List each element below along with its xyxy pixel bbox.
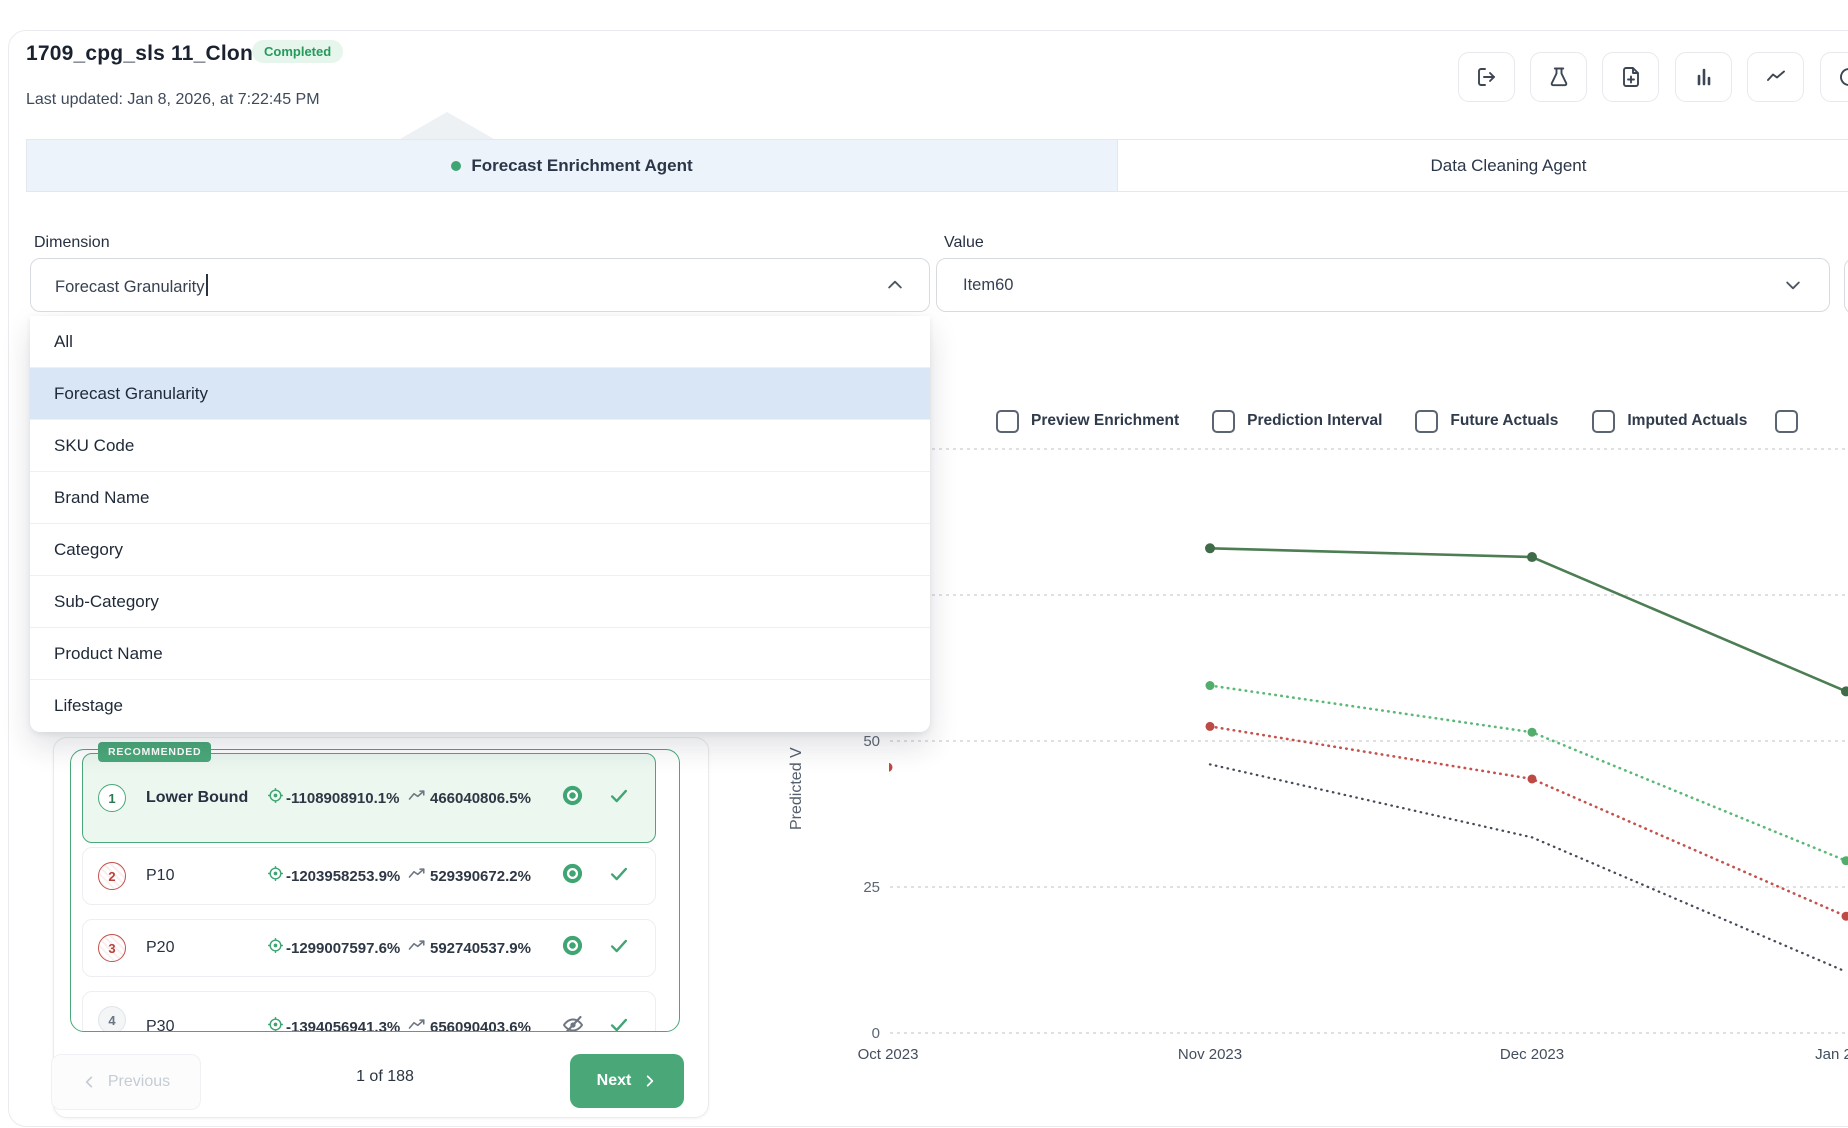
dimension-option-sku-code[interactable]: SKU Code [30, 420, 930, 472]
y-axis-title: Predicted V [788, 747, 805, 830]
previous-label: Previous [108, 1073, 170, 1091]
checkbox-prediction-interval[interactable] [1212, 410, 1235, 433]
trend-value: 592740537.9% [430, 940, 531, 957]
method-name: P10 [146, 867, 174, 885]
data-point-mid-dotted-red [1206, 722, 1215, 731]
check-icon [608, 935, 630, 962]
rank-badge: 4 [98, 1006, 126, 1032]
checkbox-clipped[interactable] [1775, 410, 1798, 433]
text-cursor [206, 274, 208, 296]
y-tick-label: 0 [872, 1025, 880, 1042]
data-point-forecast-solid-green [1527, 552, 1537, 562]
checkbox-label: Preview Enrichment [1031, 412, 1179, 430]
eye-off-icon[interactable] [561, 1013, 585, 1033]
method-card-p20[interactable]: 3 P20 -1299007597.6% 592740537.9% [82, 919, 656, 977]
dimension-input-value: Forecast Granularity [55, 274, 885, 297]
checkbox-label: Imputed Actuals [1627, 412, 1747, 430]
data-point-upper-dotted-green [1842, 856, 1848, 865]
method-card-p30[interactable]: 4 P30 -1394056941.3% 656090403.6% [82, 991, 656, 1032]
checkbox-preview-enrichment[interactable] [996, 410, 1019, 433]
trend-icon [408, 789, 426, 808]
trend-icon [408, 939, 426, 958]
series-upper-dotted-green [1210, 686, 1846, 861]
method-row: 3 P20 -1299007597.6% 592740537.9% [83, 920, 655, 976]
dimension-combobox[interactable]: Forecast Granularity [30, 258, 930, 312]
method-row: 2 P10 -1203958253.9% 529390672.2% [83, 848, 655, 904]
checkbox-future-actuals[interactable] [1415, 410, 1438, 433]
trend-icon [408, 867, 426, 886]
checkbox-item: Future Actuals [1415, 410, 1558, 433]
trend-value: 656090403.6% [430, 1019, 531, 1033]
data-point-upper-dotted-green [1206, 681, 1215, 690]
accuracy-value: -1108908910.1% [286, 790, 399, 807]
app-root: 1709_cpg_sls 11_Clone_5 Completed Last u… [0, 0, 1848, 1128]
data-point-forecast-solid-green [1205, 543, 1215, 553]
checkbox-item: Prediction Interval [1212, 410, 1382, 433]
data-point-mid-dotted-red [884, 763, 893, 772]
series-lower-dotted-grey [1210, 764, 1846, 971]
dimension-option-brand-name[interactable]: Brand Name [30, 472, 930, 524]
rank-badge: 3 [98, 934, 126, 962]
target-icon [267, 1016, 284, 1032]
previous-button[interactable]: Previous [51, 1054, 201, 1110]
accuracy-value: -1203958253.9% [286, 868, 400, 885]
dimension-option-category[interactable]: Category [30, 524, 930, 576]
x-tick-label: Jan 2024 [1815, 1046, 1848, 1063]
dimension-option-sub-category[interactable]: Sub-Category [30, 576, 930, 628]
x-tick-label: Dec 2023 [1500, 1046, 1564, 1063]
method-name: P20 [146, 939, 174, 957]
trend-icon [408, 1018, 426, 1033]
method-card-lower-bound[interactable]: 1 Lower Bound -1108908910.1% 466040806.5% [82, 753, 656, 843]
target-icon [267, 865, 284, 887]
rank-badge: 1 [98, 784, 126, 812]
method-name: Lower Bound [146, 789, 248, 807]
y-tick-label: 50 [863, 733, 880, 750]
trend-value: 466040806.5% [430, 790, 531, 807]
chevron-left-icon [82, 1074, 98, 1090]
checkbox-imputed-actuals[interactable] [1592, 410, 1615, 433]
dimension-option-all[interactable]: All [30, 316, 930, 368]
data-point-mid-dotted-red [1842, 912, 1848, 921]
dimension-dropdown-list: AllForecast GranularitySKU CodeBrand Nam… [30, 316, 930, 732]
check-icon [608, 785, 630, 812]
eye-icon[interactable] [561, 784, 584, 812]
chevron-right-icon [641, 1073, 657, 1089]
checkbox-item: Preview Enrichment [996, 410, 1179, 433]
method-row: 1 Lower Bound -1108908910.1% 466040806.5% [83, 754, 655, 842]
rank-badge: 2 [98, 862, 126, 890]
data-point-upper-dotted-green [1528, 728, 1537, 737]
data-point-forecast-solid-green [1841, 686, 1848, 696]
next-button[interactable]: Next [570, 1054, 684, 1108]
x-tick-label: Oct 2023 [858, 1046, 919, 1063]
checkbox-label: Prediction Interval [1247, 412, 1382, 430]
accuracy-value: -1394056941.3% [286, 1019, 400, 1033]
eye-icon[interactable] [561, 862, 584, 890]
dimension-option-forecast-granularity[interactable]: Forecast Granularity [30, 368, 930, 420]
x-tick-label: Nov 2023 [1178, 1046, 1242, 1063]
check-icon [608, 863, 630, 890]
trend-value: 529390672.2% [430, 868, 531, 885]
pagination-status: 1 of 188 [320, 1068, 450, 1086]
target-icon [267, 937, 284, 959]
dimension-option-product-name[interactable]: Product Name [30, 628, 930, 680]
next-label: Next [597, 1072, 632, 1090]
dimension-option-lifestage[interactable]: Lifestage [30, 680, 930, 732]
accuracy-value: -1299007597.6% [286, 940, 400, 957]
chevron-up-icon [885, 275, 905, 295]
recommended-badge: RECOMMENDED [98, 742, 211, 762]
method-name: P30 [146, 1018, 174, 1032]
checkbox-item: Imputed Actuals [1592, 410, 1747, 433]
method-card-p10[interactable]: 2 P10 -1203958253.9% 529390672.2% [82, 847, 656, 905]
methods-list: 1 Lower Bound -1108908910.1% 466040806.5% 2 P… [70, 749, 680, 1032]
y-tick-label: 25 [863, 879, 880, 896]
eye-icon[interactable] [561, 934, 584, 962]
data-point-mid-dotted-red [1528, 774, 1537, 783]
series-forecast-solid-green [1210, 548, 1846, 691]
checkbox-label: Future Actuals [1450, 412, 1558, 430]
method-row: 4 P30 -1394056941.3% 656090403.6% [83, 992, 655, 1032]
check-icon [608, 1014, 630, 1033]
chart-options-row: Preview Enrichment Prediction Interval Fut… [996, 408, 1798, 434]
target-icon [267, 787, 284, 809]
